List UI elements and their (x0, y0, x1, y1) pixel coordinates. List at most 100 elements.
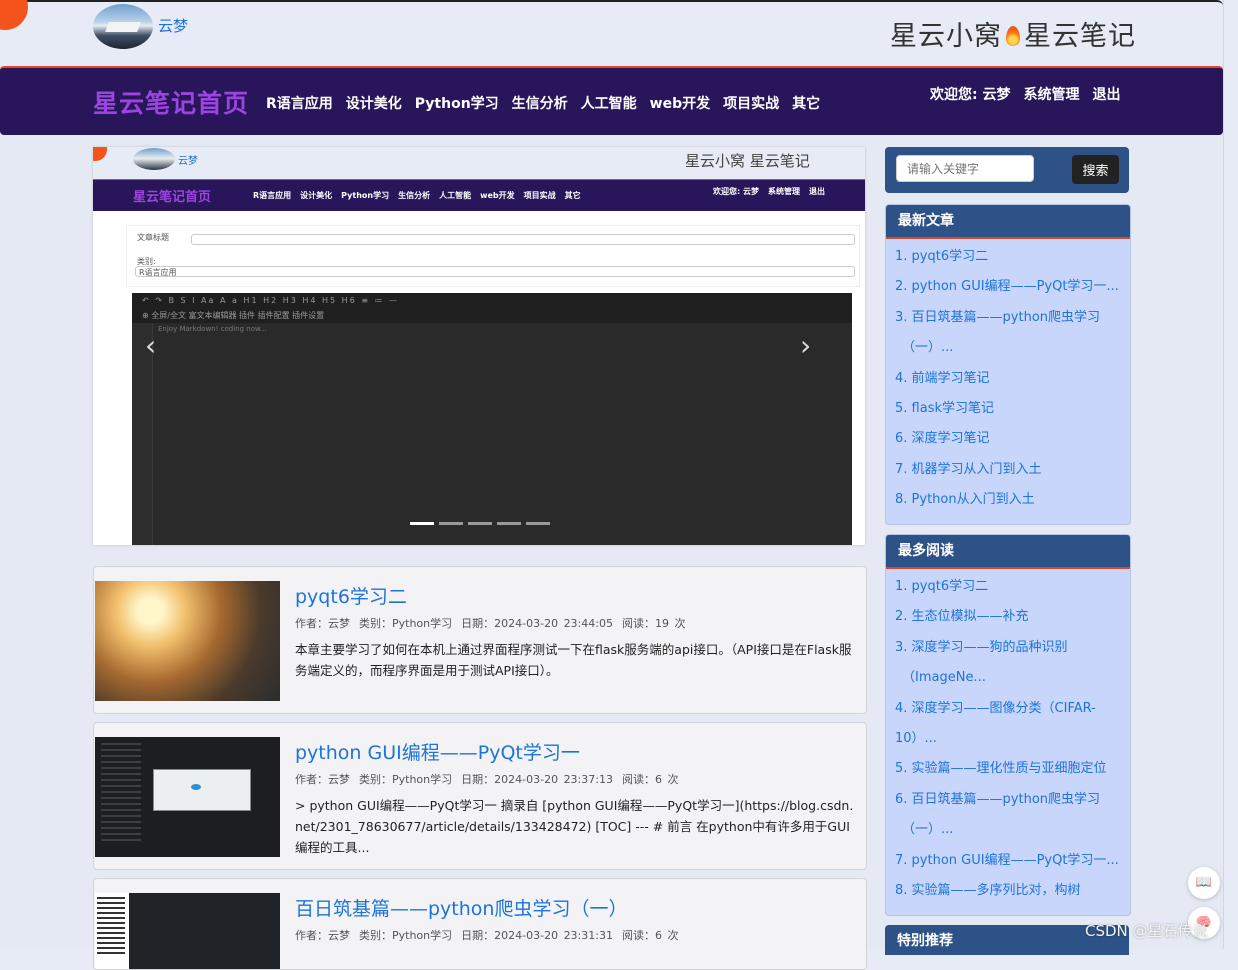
slide-brand-right: 星云笔记 (749, 152, 810, 170)
slide-nav-title: 星云笔记首页 (133, 190, 212, 205)
nav-home-title[interactable]: 星云笔记首页 (93, 84, 249, 120)
carousel-indicator[interactable] (526, 522, 550, 525)
thumb-code-lines (101, 743, 141, 843)
article-meta: 作者：云梦 类别：Python学习 日期：2024-03-20 23:37:13 阅读… (295, 771, 687, 787)
most-read-link[interactable]: 4. 深度学习——图像分类（CIFAR- (895, 694, 1121, 724)
logout-link[interactable]: 退出 (1092, 84, 1120, 104)
article-author: 作者：云梦 (295, 929, 350, 942)
carousel-prev-icon[interactable]: ‹ (145, 332, 156, 360)
image-carousel[interactable]: 云梦 星云小窝 星云笔记 星云笔记首页 R语言应用 设计美化 Python学习 … (93, 147, 865, 545)
article-thumbnail[interactable] (95, 893, 280, 969)
corner-badge-icon[interactable] (0, 0, 28, 30)
article-meta: 作者：云梦 类别：Python学习 日期：2024-03-20 23:31:31 阅读… (295, 927, 687, 943)
nav-item-r[interactable]: R语言应用 (266, 93, 333, 113)
most-read-link[interactable]: 2. 生态位模拟——补充 (895, 602, 1121, 632)
carousel-indicator[interactable] (497, 522, 521, 525)
article-thumbnail[interactable] (95, 581, 280, 701)
avatar[interactable] (93, 4, 153, 49)
article-title[interactable]: 百日筑基篇——python爬虫学习（一） (295, 894, 627, 921)
article-title[interactable]: python GUI编程——PyQt学习一 (295, 738, 580, 765)
article-card[interactable]: pyqt6学习二 作者：云梦 类别：Python学习 日期：2024-03-20 2… (93, 566, 867, 714)
latest-articles-list: 1. pyqt6学习二 2. python GUI编程——PyQt学习一... … (886, 239, 1130, 516)
thumb-paper-text (97, 897, 125, 957)
latest-article-link[interactable]: 5. flask学习笔记 (895, 394, 1121, 424)
latest-article-link[interactable]: 8. Python从入门到入土 (895, 485, 1121, 515)
carousel-indicator[interactable] (468, 522, 492, 525)
article-reads: 阅读：6 次 (621, 773, 679, 786)
slide-nav-item: Python学习 (341, 191, 390, 200)
slide-editor-placeholder: Enjoy Markdown! coding now... (158, 325, 267, 333)
article-summary: > python GUI编程——PyQt学习一 摘录自 [python GUI编… (295, 798, 854, 855)
latest-article-link[interactable]: 2. python GUI编程——PyQt学习一... (895, 272, 1121, 302)
slide-toolbar-row: ↶ ↷ B S I Aa A a H1 H2 H3 H4 H5 H6 ≡ ≔ — (142, 296, 400, 305)
most-read-link[interactable]: 5. 实验篇——理化性质与亚细胞定位 (895, 754, 1121, 784)
nav-item-web[interactable]: web开发 (650, 93, 710, 113)
slide-nav-right: 欢迎您: 云梦 系统管理 退出 (713, 186, 825, 197)
latest-article-link[interactable]: 1. pyqt6学习二 (895, 242, 1121, 272)
latest-article-link[interactable]: 4. 前端学习笔记 (895, 364, 1121, 394)
header-username[interactable]: 云梦 (158, 15, 188, 36)
most-read-link-cont[interactable]: （ImageNe... (895, 663, 1121, 693)
article-author: 作者：云梦 (295, 773, 350, 786)
slide-editor: ↶ ↷ B S I Aa A a H1 H2 H3 H4 H5 H6 ≡ ≔ —… (132, 293, 852, 545)
latest-article-link[interactable]: 3. 百日筑基篇——python爬虫学习 (895, 303, 1121, 333)
article-date: 日期：2024-03-20 23:31:31 (461, 929, 613, 942)
article-category: 类别：Python学习 (359, 773, 453, 786)
most-read-link[interactable]: 8. 实验篇——多序列比对，构树 (895, 876, 1121, 906)
latest-article-link-cont[interactable]: （一）... (895, 333, 1121, 363)
latest-articles-panel: 最新文章 1. pyqt6学习二 2. python GUI编程——PyQt学习… (885, 204, 1131, 525)
nav-item-design[interactable]: 设计美化 (346, 93, 402, 113)
latest-article-link[interactable]: 6. 深度学习笔记 (895, 424, 1121, 454)
main-navbar: 星云笔记首页 R语言应用 设计美化 Python学习 生信分析 人工智能 web… (0, 66, 1223, 135)
article-author: 作者：云梦 (295, 617, 350, 630)
search-panel: 搜索 (885, 147, 1129, 193)
csdn-watermark: CSDN @星石传说 (1085, 922, 1208, 940)
article-meta: 作者：云梦 类别：Python学习 日期：2024-03-20 23:44:05 阅读… (295, 615, 694, 631)
latest-article-link[interactable]: 7. 机器学习从入门到入土 (895, 455, 1121, 485)
most-read-link[interactable]: 7. python GUI编程——PyQt学习一... (895, 846, 1121, 876)
carousel-next-icon[interactable]: › (800, 332, 811, 360)
article-thumbnail[interactable] (95, 737, 280, 857)
most-read-link-cont[interactable]: 10）... (895, 724, 1121, 754)
search-input[interactable] (896, 155, 1034, 182)
flame-icon (1006, 26, 1020, 46)
slide-nav-item: 项目实战 (523, 191, 556, 200)
slide-logout: 退出 (808, 187, 825, 196)
article-date: 日期：2024-03-20 23:37:13 (461, 773, 613, 786)
nav-item-python[interactable]: Python学习 (415, 93, 499, 113)
slide-nav-item: 其它 (564, 191, 581, 200)
article-date: 日期：2024-03-20 23:44:05 (461, 617, 613, 630)
article-title[interactable]: pyqt6学习二 (295, 582, 407, 609)
slide-nav-item: web开发 (480, 191, 515, 200)
slide-nav-item: 设计美化 (300, 191, 333, 200)
welcome-user-link[interactable]: 欢迎您: 云梦 (930, 84, 1010, 104)
nav-item-projects[interactable]: 项目实战 (723, 93, 779, 113)
carousel-indicator[interactable] (410, 522, 434, 525)
nav-item-bioinfo[interactable]: 生信分析 (512, 93, 568, 113)
slide-nav-item: R语言应用 (253, 191, 292, 200)
slide-header: 云梦 星云小窝 星云笔记 (93, 147, 865, 179)
slide-title-field (191, 234, 855, 245)
brand-right-text: 星云笔记 (1024, 21, 1136, 52)
book-icon[interactable]: 📖 (1188, 867, 1220, 899)
article-category: 类别：Python学习 (359, 617, 453, 630)
slide-admin: 系统管理 (767, 187, 800, 196)
most-read-link[interactable]: 3. 深度学习——狗的品种识别 (895, 633, 1121, 663)
nav-menu: R语言应用 设计美化 Python学习 生信分析 人工智能 web开发 项目实战… (266, 93, 820, 113)
most-read-link[interactable]: 6. 百日筑基篇——python爬虫学习 (895, 785, 1121, 815)
nav-item-ai[interactable]: 人工智能 (581, 93, 637, 113)
top-header: 云梦 星云小窝 星云笔记 (0, 0, 1223, 68)
most-read-link-cont[interactable]: （一）... (895, 815, 1121, 845)
admin-link[interactable]: 系统管理 (1023, 84, 1079, 104)
nav-item-other[interactable]: 其它 (792, 93, 820, 113)
thumb-dark-pane (129, 893, 280, 969)
search-button[interactable]: 搜索 (1072, 155, 1119, 184)
slide-toolbar-row: ⊕ 全屏/全文 富文本编辑器 插件 插件配置 插件设置 (142, 311, 325, 320)
article-card[interactable]: 百日筑基篇——python爬虫学习（一） 作者：云梦 类别：Python学习 日期：… (93, 878, 867, 970)
most-read-link[interactable]: 1. pyqt6学习二 (895, 572, 1121, 602)
carousel-indicator[interactable] (439, 522, 463, 525)
slide-brand: 星云小窝 星云笔记 (685, 150, 810, 171)
thumb-window (153, 769, 251, 811)
article-card[interactable]: python GUI编程——PyQt学习一 作者：云梦 类别：Python学习 日期… (93, 722, 867, 870)
slide-form: 文章标题 类别: R语言应用 (126, 225, 860, 287)
